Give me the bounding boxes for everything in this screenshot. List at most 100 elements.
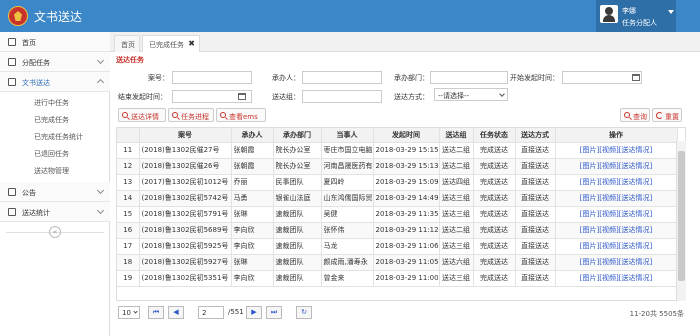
column-header[interactable]: 承办部门 [273,128,322,143]
reset-button[interactable]: 重置 [652,108,682,122]
video-link[interactable]: [视频] [599,258,618,266]
table-row[interactable]: 19 (2018)鲁1302民初5351号 李向欣 速裁团队 曾金来 2018-03-29… [117,270,678,287]
table-cell: (2017)鲁1302民初1012号 [139,174,232,191]
sidebar-subitem-delivery-items[interactable]: 送达物管理 [0,161,110,178]
query-button[interactable]: 查询 [620,108,650,122]
sidebar-item-notice[interactable]: 公告 [0,182,110,202]
table-row[interactable]: 13 (2017)鲁1302民初1012号 乔丽 民事团队 夏四岭 2018-03-29 … [117,174,678,191]
video-link[interactable]: [视频] [599,210,618,218]
image-link[interactable]: [图片] [580,146,599,154]
actions-cell: [图片][视频][送达情况] [555,238,678,255]
delivery-status-link[interactable]: [送达情况] [619,178,652,186]
sidebar-subitem-returned[interactable]: 已退回任务 [0,144,110,161]
page-size-select[interactable]: 10 [118,306,140,319]
table-row[interactable]: 14 (2018)鲁1302民初5742号 马勇 银雀山法庭 山东鸿儒国际贸 2018-0… [117,190,678,207]
table-row[interactable]: 18 (2018)鲁1302民初5927号 张琳 速裁团队 颜成雨,潘寿永 2018-03… [117,254,678,271]
start-time-input[interactable] [562,71,642,84]
collapse-sidebar-icon[interactable]: « [49,226,61,238]
sidebar-item-assign[interactable]: 分配任务 [0,52,110,72]
tab-home[interactable]: 首页 [114,35,140,52]
delivery-status-link[interactable]: [送达情况] [619,194,652,202]
delivery-detail-button[interactable]: 送达详情 [118,108,166,122]
table-row[interactable]: 16 (2018)鲁1302民初5689号 李向欣 速裁团队 张怀伟 2018-03-29… [117,222,678,239]
column-header[interactable]: 发起时间 [373,128,440,143]
video-link[interactable]: [视频] [599,242,618,250]
video-link[interactable]: [视频] [599,274,618,282]
case-no-input[interactable] [172,71,252,84]
table-cell: 2018-03-29 11:12: [373,222,440,239]
image-link[interactable]: [图片] [580,162,599,170]
first-page-button[interactable]: ⏮ [148,306,164,319]
image-link[interactable]: [图片] [580,194,599,202]
view-ems-button[interactable]: 查看ems [216,108,266,122]
prev-page-button[interactable]: ◀ [168,306,184,319]
calendar-icon[interactable] [632,74,640,81]
video-link[interactable]: [视频] [599,162,618,170]
contractor-input[interactable] [302,71,382,84]
image-link[interactable]: [图片] [580,210,599,218]
table-cell: 银雀山法庭 [273,190,322,207]
image-link[interactable]: [图片] [580,274,599,282]
user-menu[interactable]: 李娜 任务分配人 [596,0,676,32]
actions-cell: [图片][视频][送达情况] [555,190,678,207]
column-header[interactable]: 案号 [139,128,232,143]
image-link[interactable]: [图片] [580,178,599,186]
refresh-button[interactable]: ↻ [296,306,312,319]
sidebar-subitem-completed-stats[interactable]: 已完成任务统计 [0,127,110,144]
last-page-button[interactable]: ⏭ [266,306,282,319]
scrollbar-thumb[interactable] [678,151,685,281]
sidebar-item-home[interactable]: 首页 [0,32,110,52]
table-row[interactable]: 15 (2018)鲁1302民初5791号 张琳 速裁团队 吴健 2018-03-29 1… [117,206,678,223]
contractor-label: 承办人： [272,74,300,82]
table-row[interactable]: 12 (2018)鲁1302民催26号 张朝霞 院长办公室 河南昌晟医药有 2018-03… [117,158,678,175]
table-row[interactable]: 11 (2018)鲁1302民催27号 张朝霞 院长办公室 枣庄市国立电脑 2018-03… [117,142,678,159]
tab-completed-tasks[interactable]: 已完成任务 ✖ [142,35,200,52]
image-link[interactable]: [图片] [580,258,599,266]
sidebar-subitem-completed[interactable]: 已完成任务 [0,110,110,127]
image-link[interactable]: [图片] [580,242,599,250]
department-label: 承办部门： [394,74,429,82]
table-scrollbar[interactable] [676,141,686,301]
calendar-icon[interactable] [238,93,246,100]
method-select[interactable]: --请选择-- [434,88,508,101]
task-progress-button[interactable]: 任务进程 [168,108,214,122]
delivery-status-link[interactable]: [送达情况] [619,210,652,218]
column-header[interactable]: 承办人 [231,128,274,143]
table-cell: 完成送达 [473,206,516,223]
sidebar-item-delivery[interactable]: 文书送达 [0,72,110,92]
button-label: 查询 [633,113,647,121]
table-cell: (2018)鲁1302民初5689号 [139,222,232,239]
delivery-status-link[interactable]: [送达情况] [619,162,652,170]
table-cell: 完成送达 [473,254,516,271]
table-row[interactable]: 17 (2018)鲁1302民初5925号 李向欣 速裁团队 马龙 2018-03-29 … [117,238,678,255]
search-icon [220,112,226,118]
image-link[interactable]: [图片] [580,226,599,234]
sidebar: 首页 分配任务 文书送达 进行中任务 已完成任务 已完成任务统计 已退回任务 送… [0,32,110,336]
delivery-status-link[interactable]: [送达情况] [619,274,652,282]
actions-cell: [图片][视频][送达情况] [555,270,678,287]
sidebar-item-stats[interactable]: 送达统计 [0,202,110,222]
page-number-input[interactable]: 2 [198,306,224,319]
video-link[interactable]: [视频] [599,194,618,202]
sidebar-subitem-in-progress[interactable]: 进行中任务 [0,93,110,110]
column-header[interactable]: 当事人 [321,128,374,143]
table-cell: 送达三组 [439,206,474,223]
delivery-status-link[interactable]: [送达情况] [619,146,652,154]
delivery-status-link[interactable]: [送达情况] [619,242,652,250]
table-cell: 直接送达 [515,158,556,175]
department-input[interactable] [430,71,508,84]
delivery-status-link[interactable]: [送达情况] [619,258,652,266]
next-page-button[interactable]: ▶ [246,306,262,319]
column-header[interactable]: 任务状态 [473,128,516,143]
group-input[interactable] [302,90,382,103]
table-cell: 张琳 [231,254,274,271]
close-icon[interactable]: ✖ [188,39,195,48]
column-header[interactable]: 送达方式 [515,128,556,143]
delivery-status-link[interactable]: [送达情况] [619,226,652,234]
column-header[interactable]: 送达组 [439,128,474,143]
video-link[interactable]: [视频] [599,178,618,186]
table-cell: 夏四岭 [321,174,374,191]
video-link[interactable]: [视频] [599,226,618,234]
video-link[interactable]: [视频] [599,146,618,154]
table-cell: 马龙 [321,238,374,255]
